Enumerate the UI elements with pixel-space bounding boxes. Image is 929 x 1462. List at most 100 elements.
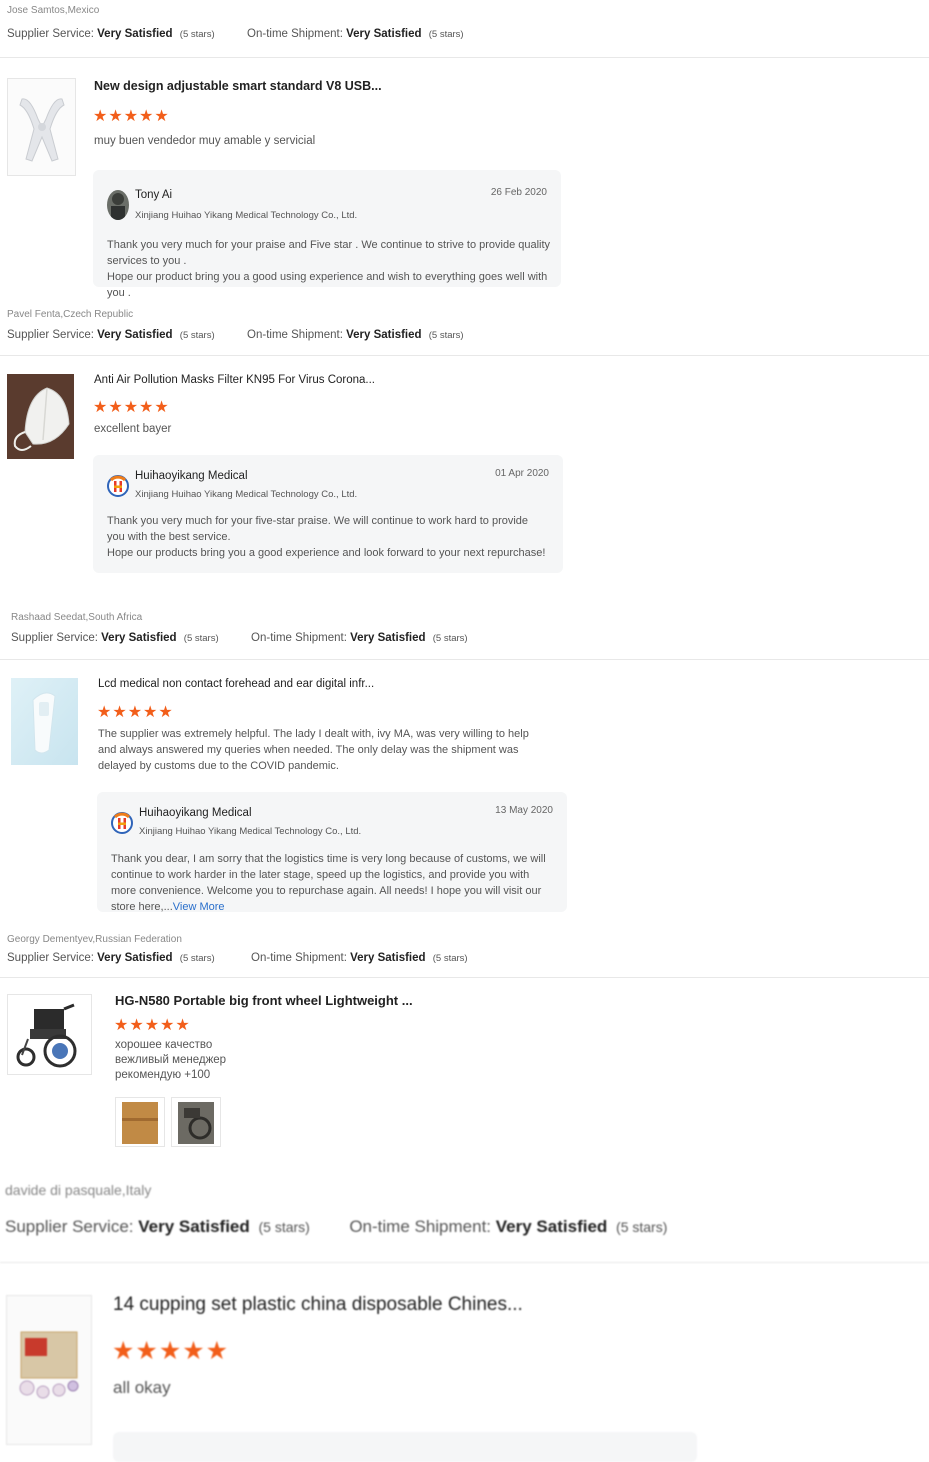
rating-stars: ★★★★★ <box>97 704 174 721</box>
product-title[interactable]: Anti Air Pollution Masks Filter KN95 For… <box>94 374 375 386</box>
reviewer-name: Pavel Fenta,Czech Republic <box>7 309 134 320</box>
wheelchair-image <box>8 995 91 1074</box>
shipment-stars: (5 stars) <box>432 633 468 644</box>
supplier-label: Supplier Service: <box>7 952 94 964</box>
reply-text-line: Thank you very much for your five-star p… <box>107 515 529 543</box>
seller-reply: Huihaoyikang Medical Xinjiang Huihao Yik… <box>97 792 567 915</box>
reply-text-line: Thank you very much for your praise and … <box>107 239 551 267</box>
supplier-stars: (5 stars) <box>258 1219 310 1235</box>
supplier-label: Supplier Service: <box>7 28 94 40</box>
reply-text: Thank you very much for your five-star p… <box>107 513 547 561</box>
comment-line: вежливый менеджер <box>115 1054 227 1066</box>
shipment-value: Very Satisfied <box>346 28 422 40</box>
product-title[interactable]: New design adjustable smart standard V8 … <box>94 79 382 93</box>
divider <box>0 1262 929 1263</box>
shipment-value: Very Satisfied <box>495 1217 608 1236</box>
reply-author: Tony Ai <box>135 189 173 201</box>
supplier-label: Supplier Service: <box>7 329 94 341</box>
product-thumbnail[interactable] <box>7 994 92 1075</box>
reply-company: Xinjiang Huihao Yikang Medical Technolog… <box>135 210 358 221</box>
product-title[interactable]: 14 cupping set plastic china disposable … <box>113 1294 523 1316</box>
cupping-set-image <box>7 1296 91 1444</box>
product-thumbnail[interactable] <box>11 678 78 765</box>
product-thumbnail[interactable] <box>6 1295 92 1445</box>
shipment-label: On-time Shipment: <box>247 329 343 341</box>
review-comment: хорошее качество вежливый менеджер реком… <box>115 1038 226 1083</box>
rating-summary: Supplier Service: Very Satisfied (5 star… <box>5 1217 667 1237</box>
reply-date: 01 Apr 2020 <box>495 468 549 479</box>
supplier-stars: (5 stars) <box>179 29 215 40</box>
divider <box>0 659 929 660</box>
supplier-value: Very Satisfied <box>101 632 177 644</box>
reply-text-line: Hope our product bring you a good using … <box>107 271 548 299</box>
rating-summary: Supplier Service: Very Satisfied (5 star… <box>7 952 468 964</box>
shipment-stars: (5 stars) <box>432 953 468 964</box>
review-photo[interactable] <box>171 1097 221 1147</box>
supplier-value: Very Satisfied <box>97 952 173 964</box>
shipment-label: On-time Shipment: <box>247 28 343 40</box>
divider <box>0 57 929 58</box>
supplier-label: Supplier Service: <box>5 1217 134 1236</box>
rating-stars: ★★★★★ <box>114 1017 191 1034</box>
review-comment: The supplier was extremely helpful. The … <box>98 728 529 772</box>
supplier-label: Supplier Service: <box>11 632 98 644</box>
product-title[interactable]: HG-N580 Portable big front wheel Lightwe… <box>115 993 413 1008</box>
rating-stars: ★★★★★ <box>93 108 170 125</box>
supplier-value: Very Satisfied <box>97 329 173 341</box>
review-comment: excellent bayer <box>94 423 172 435</box>
seller-reply: Tony Ai Xinjiang Huihao Yikang Medical T… <box>93 170 561 299</box>
reviewer-name: davide di pasquale,Italy <box>5 1182 152 1198</box>
comment-line: хорошее качество <box>115 1039 213 1051</box>
review-comment: muy buen vendedor muy amable y servicial <box>94 135 316 147</box>
rating-summary: Supplier Service: Very Satisfied (5 star… <box>7 28 464 40</box>
shipment-stars: (5 stars) <box>428 330 464 341</box>
huihao-logo-icon <box>111 810 133 836</box>
posture-corrector-image <box>8 79 75 175</box>
wheelchair-photo-image <box>172 1098 220 1146</box>
reply-author: Huihaoyikang Medical <box>139 807 252 819</box>
reply-text: Thank you very much for your praise and … <box>107 237 552 301</box>
rating-summary: Supplier Service: Very Satisfied (5 star… <box>11 632 468 644</box>
huihao-logo-icon <box>107 473 129 499</box>
reply-date: 26 Feb 2020 <box>490 187 547 198</box>
kn95-mask-image <box>7 374 74 459</box>
product-thumbnail[interactable] <box>7 374 74 459</box>
rating-summary: Supplier Service: Very Satisfied (5 star… <box>7 329 464 341</box>
seller-reply <box>113 1432 697 1462</box>
thermometer-image <box>11 678 78 765</box>
supplier-stars: (5 stars) <box>179 953 215 964</box>
reply-text-line: Hope our products bring you a good exper… <box>107 547 546 559</box>
shipment-value: Very Satisfied <box>350 632 426 644</box>
avatar-photo <box>107 190 129 220</box>
supplier-value: Very Satisfied <box>138 1217 250 1236</box>
comment-line: рекомендую +100 <box>115 1069 211 1081</box>
shipment-stars: (5 stars) <box>428 29 464 40</box>
divider <box>0 977 929 978</box>
reviewer-name: Georgy Dementyev,Russian Federation <box>7 934 182 945</box>
supplier-value: Very Satisfied <box>97 28 173 40</box>
review-comment: all okay <box>113 1378 171 1397</box>
view-more-link[interactable]: View More <box>173 901 225 913</box>
review-photo[interactable] <box>115 1097 165 1147</box>
shipment-value: Very Satisfied <box>346 329 422 341</box>
box-photo-image <box>116 1098 164 1146</box>
reviewer-name: Rashaad Seedat,South Africa <box>11 612 143 623</box>
product-thumbnail[interactable] <box>7 78 76 176</box>
shipment-stars: (5 stars) <box>616 1219 668 1235</box>
rating-stars: ★★★★★ <box>112 1337 230 1365</box>
reviewer-name: Jose Samtos,Mexico <box>7 5 100 16</box>
divider <box>0 355 929 356</box>
shipment-label: On-time Shipment: <box>251 632 347 644</box>
shipment-value: Very Satisfied <box>350 952 426 964</box>
rating-stars: ★★★★★ <box>93 399 170 416</box>
reply-text: Thank you dear, I am sorry that the logi… <box>111 851 556 915</box>
supplier-stars: (5 stars) <box>183 633 219 644</box>
supplier-stars: (5 stars) <box>179 330 215 341</box>
seller-reply: Huihaoyikang Medical Xinjiang Huihao Yik… <box>93 455 563 573</box>
reply-company: Xinjiang Huihao Yikang Medical Technolog… <box>135 489 358 500</box>
product-title[interactable]: Lcd medical non contact forehead and ear… <box>98 678 374 690</box>
shipment-label: On-time Shipment: <box>349 1217 492 1236</box>
reply-author: Huihaoyikang Medical <box>135 470 248 482</box>
reply-company: Xinjiang Huihao Yikang Medical Technolog… <box>139 826 362 837</box>
shipment-label: On-time Shipment: <box>251 952 347 964</box>
